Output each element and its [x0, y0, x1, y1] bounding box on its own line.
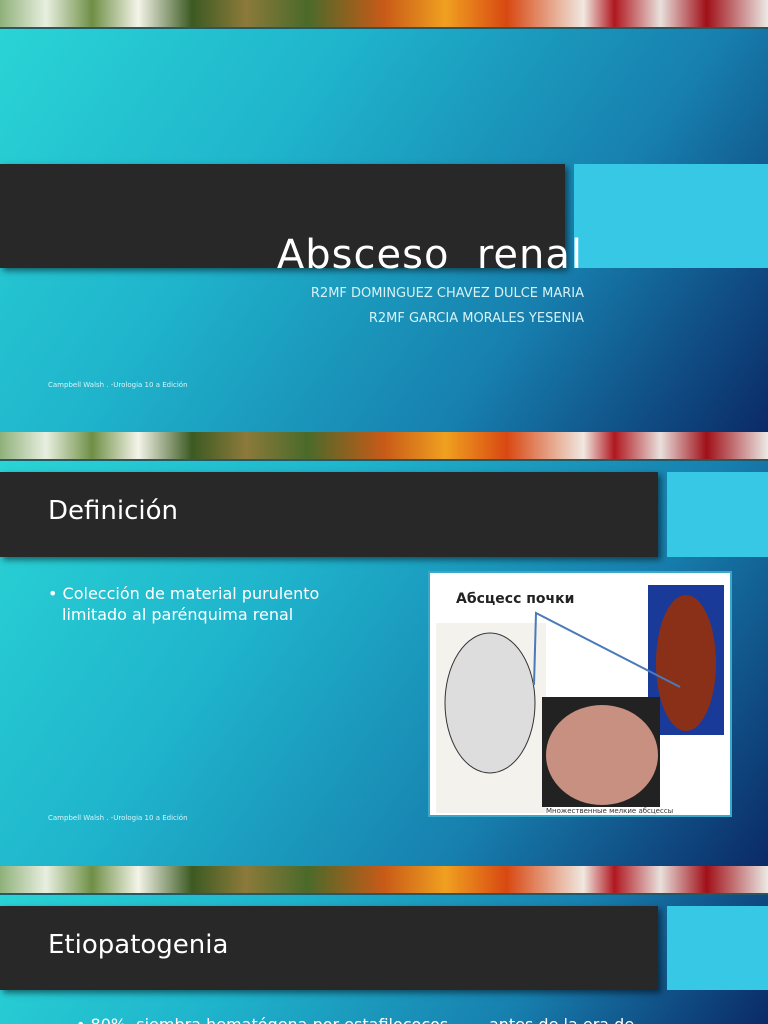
kidney-illustration: [436, 585, 724, 813]
accent-box: [667, 472, 768, 557]
floral-banner: [0, 0, 768, 29]
bullet-text: 80% siembra hematógena por estafilococos…: [91, 1015, 635, 1024]
kidney-abscess-image: Абсцесс почки Множественные мелкие абсце…: [428, 571, 732, 817]
author-2: R2MF GARCIA MORALES YESENIA: [368, 311, 584, 326]
accent-box: [574, 164, 768, 268]
bullet-item: • Colección de material purulento limita…: [48, 584, 320, 624]
slide-etiopatogenia: Etiopatogenia • 80% siembra hematógena p…: [0, 866, 768, 1024]
floral-banner: [0, 866, 768, 895]
accent-box: [667, 906, 768, 990]
slide-heading: Etiopatogenia: [48, 930, 229, 960]
floral-banner: [0, 432, 768, 461]
author-1: R2MF DOMINGUEZ CHAVEZ DULCE MARIA: [310, 286, 584, 301]
footer-citation: Campbell Walsh . -Urologia 10 a Edición: [48, 814, 188, 822]
slide-title-text: Absceso renal: [276, 232, 583, 278]
bullet-item: • 80% siembra hematógena por estafilococ…: [76, 1014, 634, 1024]
footer-citation: Campbell Walsh . -Urologia 10 a Edición: [48, 381, 188, 389]
slide-title: Absceso renal R2MF DOMINGUEZ CHAVEZ DULC…: [0, 0, 768, 432]
slide-heading: Definición: [48, 496, 178, 526]
image-caption: Множественные мелкие абсцессы: [546, 807, 674, 815]
bullet-text: Colección de material purulento limitado…: [62, 584, 320, 624]
